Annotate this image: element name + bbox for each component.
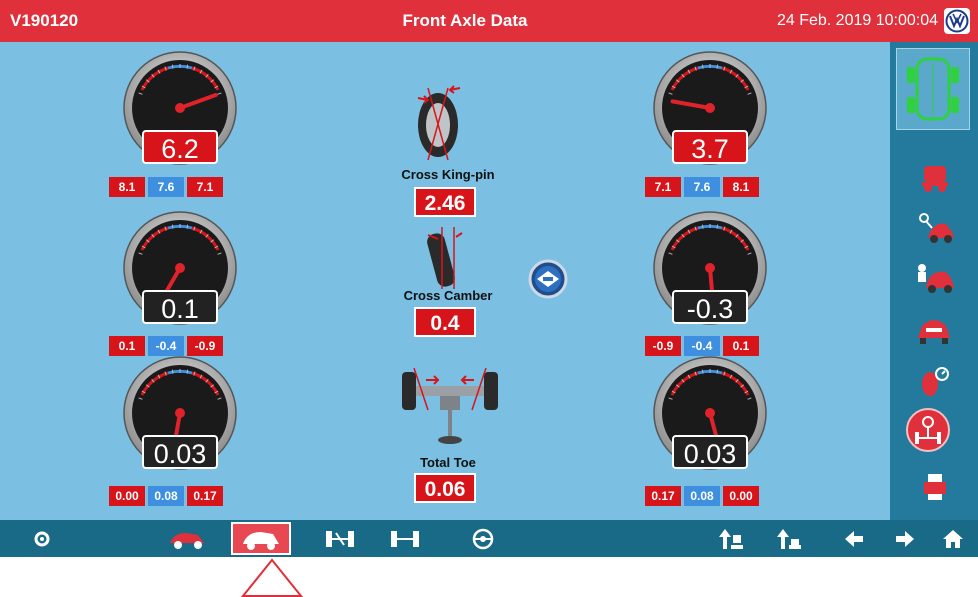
range-max: 7.1 (187, 177, 223, 197)
lift-jack-button[interactable] (528, 259, 568, 299)
camber-value: 0.4 (414, 307, 476, 337)
range-max: 8.1 (723, 177, 759, 197)
range-max: -0.9 (187, 336, 223, 356)
printer-icon[interactable] (906, 470, 962, 504)
car-active-icon[interactable] (231, 522, 291, 555)
axle-front-icon[interactable] (389, 527, 421, 551)
steering-axle-icon[interactable] (906, 408, 950, 452)
range-nominal: -0.4 (148, 336, 184, 356)
range-min: 0.17 (645, 486, 681, 506)
header-bar: V190120 Front Axle Data 24 Feb. 2019 10:… (0, 0, 978, 42)
range-nominal: 7.6 (684, 177, 720, 197)
tire-gauge-icon[interactable] (906, 364, 962, 398)
gauge-readout: 0.1 (142, 290, 218, 324)
gauge-readout: 6.2 (142, 130, 218, 164)
range-min: 0.1 (109, 336, 145, 356)
range-row-left-bot: 0.00 0.08 0.17 (109, 486, 223, 506)
range-row-right-bot: 0.17 0.08 0.00 (645, 486, 759, 506)
gauge-readout: 0.03 (672, 435, 748, 469)
range-row-right-top: 7.1 7.6 8.1 (645, 177, 759, 197)
selection-indicator-triangle (241, 558, 303, 597)
steering-wheel-icon[interactable] (471, 527, 495, 551)
lift-down-icon[interactable] (775, 527, 803, 551)
datetime: 24 Feb. 2019 10:00:04 (776, 12, 938, 29)
gauge-right-bot: 0.03 (650, 355, 770, 475)
arrow-left-icon[interactable] (843, 527, 865, 551)
axle-rear-icon[interactable] (324, 527, 356, 551)
gauge-readout: 0.03 (142, 435, 218, 469)
lift-up-icon[interactable] (717, 527, 745, 551)
car-mechanic-icon[interactable] (906, 260, 962, 294)
range-max: 0.00 (723, 486, 759, 506)
range-max: 0.17 (187, 486, 223, 506)
gauge-left-top: 6.2 (120, 50, 240, 170)
range-nominal: 0.08 (684, 486, 720, 506)
gauge-readout: 3.7 (672, 130, 748, 164)
car-wheels-top-view-icon[interactable] (896, 48, 970, 130)
kingpin-label: Cross King-pin (401, 167, 495, 182)
range-row-left-top: 8.1 7.6 7.1 (109, 177, 223, 197)
range-nominal: 7.6 (148, 177, 184, 197)
range-row-right-mid: -0.9 -0.4 0.1 (645, 336, 759, 356)
range-min: 0.00 (109, 486, 145, 506)
settings-icon[interactable] (32, 527, 52, 551)
camber-wheel-icon (427, 227, 463, 289)
gauge-right-top: 3.7 (650, 50, 770, 170)
kingpin-wheel-icon (417, 85, 461, 161)
toe-axle-icon (402, 368, 498, 444)
car-side-icon[interactable] (166, 527, 208, 551)
home-icon[interactable] (942, 527, 964, 551)
car-lift-icon[interactable] (906, 160, 962, 194)
gauge-readout: -0.3 (672, 290, 748, 324)
range-min: -0.9 (645, 336, 681, 356)
toe-label: Total Toe (420, 455, 476, 470)
car-front-icon[interactable] (906, 312, 962, 346)
gauge-left-bot: 0.03 (120, 355, 240, 475)
vw-logo-icon (944, 8, 970, 34)
range-row-left-mid: 0.1 -0.4 -0.9 (109, 336, 223, 356)
key-car-icon[interactable] (906, 210, 962, 244)
range-nominal: 0.08 (148, 486, 184, 506)
kingpin-value: 2.46 (414, 187, 476, 217)
gauge-left-mid: 0.1 (120, 210, 240, 330)
gauge-right-mid: -0.3 (650, 210, 770, 330)
range-min: 8.1 (109, 177, 145, 197)
toe-value: 0.06 (414, 473, 476, 503)
arrow-right-icon[interactable] (894, 527, 916, 551)
bottom-toolbar (0, 520, 978, 557)
range-nominal: -0.4 (684, 336, 720, 356)
right-sidebar (890, 42, 978, 520)
range-min: 7.1 (645, 177, 681, 197)
range-max: 0.1 (723, 336, 759, 356)
camber-label: Cross Camber (403, 288, 493, 303)
